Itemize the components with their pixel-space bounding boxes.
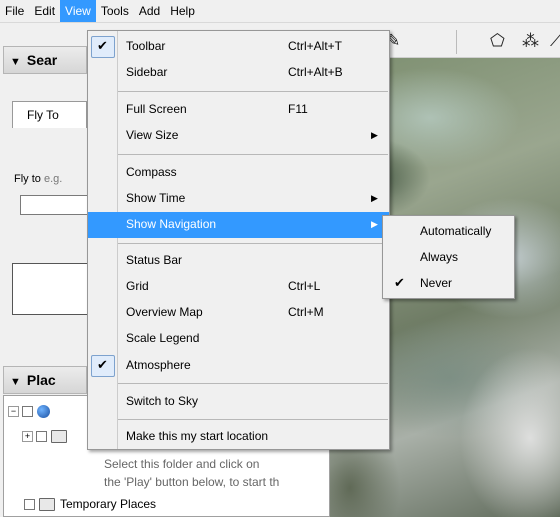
places-panel-header[interactable]: ▼ Plac — [3, 366, 87, 394]
toolbar-separator — [456, 30, 457, 54]
menu-item-label: Sidebar — [126, 65, 168, 79]
expand-icon[interactable]: + — [22, 431, 33, 442]
menu-view[interactable]: View — [60, 0, 96, 22]
menu-item-sidebar[interactable]: Sidebar Ctrl+Alt+B — [88, 60, 389, 86]
menu-item-label: Show Time — [126, 191, 186, 205]
path-icon[interactable]: ⁂ — [522, 31, 539, 51]
search-results-box — [12, 263, 92, 315]
checkbox[interactable] — [24, 498, 35, 510]
submenu-item-always[interactable]: Always — [383, 245, 514, 271]
folder-icon — [51, 430, 67, 443]
menu-help[interactable]: Help — [165, 0, 200, 22]
submenu-item-never[interactable]: ✔ Never — [383, 271, 514, 297]
submenu-item-label: Automatically — [420, 224, 492, 238]
fly-to-label-text: Fly to — [14, 173, 41, 185]
menu-item-label: Atmosphere — [126, 358, 191, 372]
menu-item-make-start-location[interactable]: Make this my start location — [88, 424, 389, 450]
menu-item-shortcut: Ctrl+Alt+B — [288, 65, 343, 79]
menu-separator — [118, 91, 388, 92]
menu-item-compass[interactable]: Compass — [88, 160, 389, 186]
menu-item-toolbar[interactable]: ✔ Toolbar Ctrl+Alt+T — [88, 34, 389, 60]
menu-item-full-screen[interactable]: Full Screen F11 — [88, 97, 389, 123]
menu-item-shortcut: Ctrl+L — [288, 279, 321, 293]
menu-item-grid[interactable]: Grid Ctrl+L — [88, 274, 389, 300]
collapse-triangle-icon[interactable]: ▼ — [10, 376, 21, 388]
menu-item-label: View Size — [126, 128, 179, 142]
fly-to-label: Fly to e.g. — [14, 173, 62, 185]
menu-item-overview-map[interactable]: Overview Map Ctrl+M — [88, 300, 389, 326]
menu-bar: File Edit View Tools Add Help — [0, 0, 560, 23]
menu-item-label: Scale Legend — [126, 331, 200, 345]
menu-file[interactable]: File — [0, 0, 29, 22]
menu-item-label: Make this my start location — [126, 429, 269, 443]
menu-tools[interactable]: Tools — [96, 0, 134, 22]
collapse-triangle-icon[interactable]: ▼ — [10, 56, 21, 68]
collapse-icon[interactable]: − — [8, 406, 19, 417]
hint-line-2: the 'Play' button below, to start th — [104, 475, 280, 489]
polygon-icon[interactable]: ⬠ — [490, 31, 505, 51]
submenu-arrow-icon: ▶ — [371, 193, 378, 203]
menu-add[interactable]: Add — [134, 0, 165, 22]
menu-item-label: Compass — [126, 165, 177, 179]
check-icon: ✔ — [97, 38, 108, 53]
submenu-arrow-icon: ▶ — [371, 219, 378, 229]
submenu-item-label: Always — [420, 250, 459, 264]
menu-item-scale-legend[interactable]: Scale Legend — [88, 326, 389, 352]
menu-item-shortcut: Ctrl+Alt+T — [288, 39, 343, 53]
submenu-item-automatically[interactable]: Automatically — [383, 219, 514, 245]
menu-item-show-time[interactable]: Show Time ▶ — [88, 186, 389, 212]
check-icon: ✔ — [394, 275, 405, 290]
overlay-icon[interactable]: ⟋ — [550, 31, 560, 51]
temporary-places-label: Temporary Places — [60, 497, 157, 511]
menu-item-atmosphere[interactable]: ✔ Atmosphere — [88, 353, 389, 379]
menu-edit[interactable]: Edit — [29, 0, 60, 22]
menu-item-shortcut: F11 — [288, 102, 308, 116]
tab-fly-to[interactable]: Fly To — [12, 101, 87, 128]
tree-row-folder[interactable]: + — [22, 430, 72, 443]
places-panel-title: Plac — [26, 372, 56, 388]
menu-item-label: Toolbar — [126, 39, 166, 53]
menu-separator — [118, 419, 388, 420]
checkbox[interactable] — [36, 431, 47, 442]
menu-item-shortcut: Ctrl+M — [288, 305, 324, 319]
menu-item-label: Status Bar — [126, 253, 183, 267]
menu-item-label: Grid — [126, 279, 149, 293]
submenu-item-label: Never — [420, 276, 453, 290]
menu-separator — [118, 243, 388, 244]
hint-line-1: Select this folder and click on — [104, 457, 260, 471]
menu-item-label: Overview Map — [126, 305, 203, 319]
menu-item-label: Switch to Sky — [126, 394, 199, 408]
checkbox[interactable] — [22, 406, 33, 417]
tree-row-my-places[interactable]: − — [8, 405, 50, 418]
menu-item-status-bar[interactable]: Status Bar — [88, 248, 389, 274]
menu-separator — [118, 154, 388, 155]
folder-icon — [39, 497, 55, 511]
menu-item-view-size[interactable]: View Size ▶ — [88, 123, 389, 149]
check-icon: ✔ — [97, 357, 108, 372]
menu-gutter — [117, 31, 118, 449]
show-navigation-submenu: Automatically Always ✔ Never — [382, 215, 515, 299]
menu-item-label: Full Screen — [126, 102, 187, 116]
tree-row-temporary-places[interactable]: Temporary Places — [24, 497, 156, 511]
menu-item-label: Show Navigation — [126, 217, 217, 231]
menu-item-switch-to-sky[interactable]: Switch to Sky — [88, 389, 389, 415]
menu-item-show-navigation[interactable]: Show Navigation ▶ — [88, 212, 389, 238]
view-menu-dropdown: ✔ Toolbar Ctrl+Alt+T Sidebar Ctrl+Alt+B … — [87, 30, 390, 450]
globe-icon — [37, 405, 50, 418]
fly-to-hint: e.g. — [43, 173, 63, 185]
submenu-arrow-icon: ▶ — [371, 130, 378, 140]
search-panel-title: Sear — [26, 52, 58, 68]
fly-to-input[interactable] — [20, 195, 90, 215]
search-panel-header[interactable]: ▼ Sear — [3, 46, 87, 74]
menu-separator — [118, 383, 388, 384]
